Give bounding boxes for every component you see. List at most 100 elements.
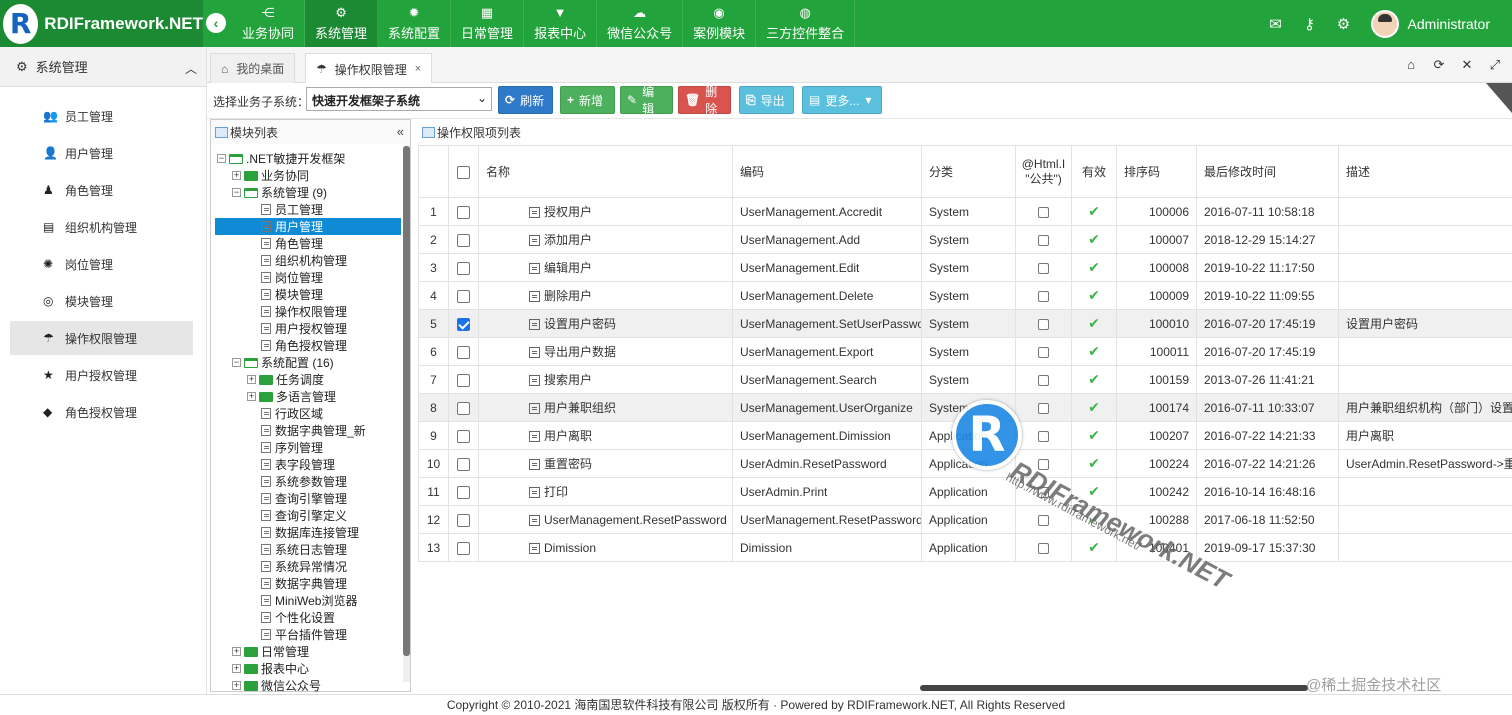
select-all-checkbox[interactable] [449, 146, 479, 198]
expand-icon[interactable]: + [232, 647, 241, 656]
app-logo[interactable]: R RDIFramework.NET [0, 0, 203, 47]
tree-node[interactable]: 行政区域 [261, 405, 323, 422]
nav-item-8[interactable]: ◍三方控件整合 [756, 0, 855, 47]
tree-node[interactable]: +多语言管理 [247, 388, 336, 405]
tree-node[interactable]: 角色授权管理 [261, 337, 347, 354]
tree-node[interactable]: 查询引擎定义 [261, 507, 347, 524]
collapse-left-icon[interactable]: « [397, 124, 404, 139]
tree-node[interactable]: +微信公众号 [232, 677, 321, 694]
table-row[interactable]: 4删除用户UserManagement.DeleteSystem✔1000092… [419, 282, 1512, 310]
checkbox[interactable] [457, 318, 470, 331]
table-row[interactable]: 3编辑用户UserManagement.EditSystem✔100008201… [419, 254, 1512, 282]
tree-node[interactable]: MiniWeb浏览器 [261, 592, 357, 609]
checkbox[interactable] [457, 458, 470, 471]
tree-scrollbar[interactable] [403, 146, 410, 682]
sidebar-toggle-icon[interactable]: ‹ [206, 13, 226, 33]
checkbox[interactable] [457, 262, 470, 275]
user-name[interactable]: Administrator [1408, 16, 1490, 32]
row-checkbox-cell[interactable] [449, 310, 479, 338]
checkbox[interactable] [457, 542, 470, 555]
row-checkbox-cell[interactable] [449, 254, 479, 282]
sidebar-item-9[interactable]: ◆角色授权管理 [10, 395, 193, 429]
more-button[interactable]: ▤更多...▾ [802, 86, 882, 114]
checkbox[interactable] [1038, 319, 1049, 330]
table-row[interactable]: 1授权用户UserManagement.AccreditSystem✔10000… [419, 198, 1512, 226]
checkbox[interactable] [1038, 207, 1049, 218]
row-checkbox-cell[interactable] [449, 338, 479, 366]
close-icon[interactable]: × [415, 63, 421, 75]
tree-node[interactable]: 数据库连接管理 [261, 524, 359, 541]
tree-node[interactable]: 用户授权管理 [261, 320, 347, 337]
checkbox[interactable] [457, 374, 470, 387]
sidebar-item-6[interactable]: ◎模块管理 [10, 284, 193, 318]
column-header-public[interactable]: @Html.I "公共") [1016, 146, 1072, 198]
mail-icon[interactable]: ✉ [1259, 15, 1293, 33]
row-checkbox-cell[interactable] [449, 198, 479, 226]
nav-item-1[interactable]: ⋲业务协同 [232, 0, 305, 47]
nav-item-7[interactable]: ◉案例模块 [683, 0, 756, 47]
tree-node[interactable]: 用户管理 [215, 218, 401, 235]
sidebar-item-1[interactable]: 👥员工管理 [10, 99, 193, 133]
nav-item-2[interactable]: ⚙系统管理 [305, 0, 378, 47]
tree-node[interactable]: +日常管理 [232, 643, 309, 660]
grid-horizontal-scrollbar[interactable] [920, 685, 1308, 691]
sidebar-header[interactable]: ⚙ 系统管理 ︿ [0, 47, 206, 87]
sidebar-item-8[interactable]: ★用户授权管理 [10, 358, 193, 392]
nav-item-3[interactable]: ✹系统配置 [378, 0, 451, 47]
trash-button[interactable]: 🗑删除 [678, 86, 731, 114]
checkbox[interactable] [1038, 515, 1049, 526]
tree-node[interactable]: 员工管理 [261, 201, 323, 218]
checkbox[interactable] [1038, 403, 1049, 414]
row-checkbox-cell[interactable] [449, 394, 479, 422]
tree-node[interactable]: −.NET敏捷开发框架 [217, 150, 345, 167]
column-header-description[interactable]: 描述 [1339, 146, 1512, 198]
checkbox[interactable] [1038, 235, 1049, 246]
checkbox[interactable] [457, 486, 470, 499]
checkbox[interactable] [1038, 291, 1049, 302]
row-checkbox-cell[interactable] [449, 478, 479, 506]
collapse-icon[interactable]: − [217, 154, 226, 163]
tab-permission-management[interactable]: ☂ 操作权限管理 × [305, 53, 432, 84]
table-row[interactable]: 2添加用户UserManagement.AddSystem✔1000072018… [419, 226, 1512, 254]
key-icon[interactable]: ⚷ [1293, 15, 1327, 33]
table-row[interactable]: 6导出用户数据UserManagement.ExportSystem✔10001… [419, 338, 1512, 366]
subsystem-select[interactable]: 快速开发框架子系统 ⌄ [306, 87, 492, 111]
refresh-icon[interactable]: ⟳ [1425, 47, 1453, 83]
row-checkbox-cell[interactable] [449, 450, 479, 478]
tree-node[interactable]: 表字段管理 [261, 456, 335, 473]
sidebar-item-2[interactable]: 👤用户管理 [10, 136, 193, 170]
nav-item-6[interactable]: ☁微信公众号 [597, 0, 683, 47]
tree-node[interactable]: 角色管理 [261, 235, 323, 252]
tree-node[interactable]: 查询引擎管理 [261, 490, 347, 507]
refresh-button[interactable]: ⟳刷新 [498, 86, 553, 114]
sidebar-item-5[interactable]: ✺岗位管理 [10, 247, 193, 281]
column-header-sort[interactable]: 排序码 [1117, 146, 1197, 198]
checkbox[interactable] [1038, 263, 1049, 274]
sidebar-item-4[interactable]: ▤组织机构管理 [10, 210, 193, 244]
checkbox[interactable] [457, 346, 470, 359]
checkbox[interactable] [457, 234, 470, 247]
tree-node[interactable]: 系统参数管理 [261, 473, 347, 490]
checkbox[interactable] [457, 430, 470, 443]
checkbox[interactable] [457, 402, 470, 415]
tree-node[interactable]: 序列管理 [261, 439, 323, 456]
column-header-modified[interactable]: 最后修改时间 [1197, 146, 1339, 198]
table-row[interactable]: 5设置用户密码UserManagement.SetUserPasswordSys… [419, 310, 1512, 338]
tree-node[interactable]: 数据字典管理 [261, 575, 347, 592]
pencil-button[interactable]: ✎编辑 [620, 86, 673, 114]
tree-node[interactable]: +任务调度 [247, 371, 324, 388]
tree-node[interactable]: 组织机构管理 [261, 252, 347, 269]
tab-my-desktop[interactable]: ⌂ 我的桌面 [210, 53, 295, 83]
tree-node[interactable]: +报表中心 [232, 660, 309, 677]
nav-item-4[interactable]: ▦日常管理 [451, 0, 524, 47]
checkbox[interactable] [1038, 375, 1049, 386]
row-checkbox-cell[interactable] [449, 282, 479, 310]
table-row[interactable]: 11打印UserAdmin.PrintApplication✔100242201… [419, 478, 1512, 506]
tree-node[interactable]: −系统管理 (9) [232, 184, 327, 201]
tree-node[interactable]: 个性化设置 [261, 609, 335, 626]
expand-icon[interactable]: + [247, 392, 256, 401]
tree-node[interactable]: +业务协同 [232, 167, 309, 184]
expand-icon[interactable]: + [232, 681, 241, 690]
checkbox[interactable] [1038, 431, 1049, 442]
fullscreen-icon[interactable]: ⤢ [1481, 47, 1509, 83]
